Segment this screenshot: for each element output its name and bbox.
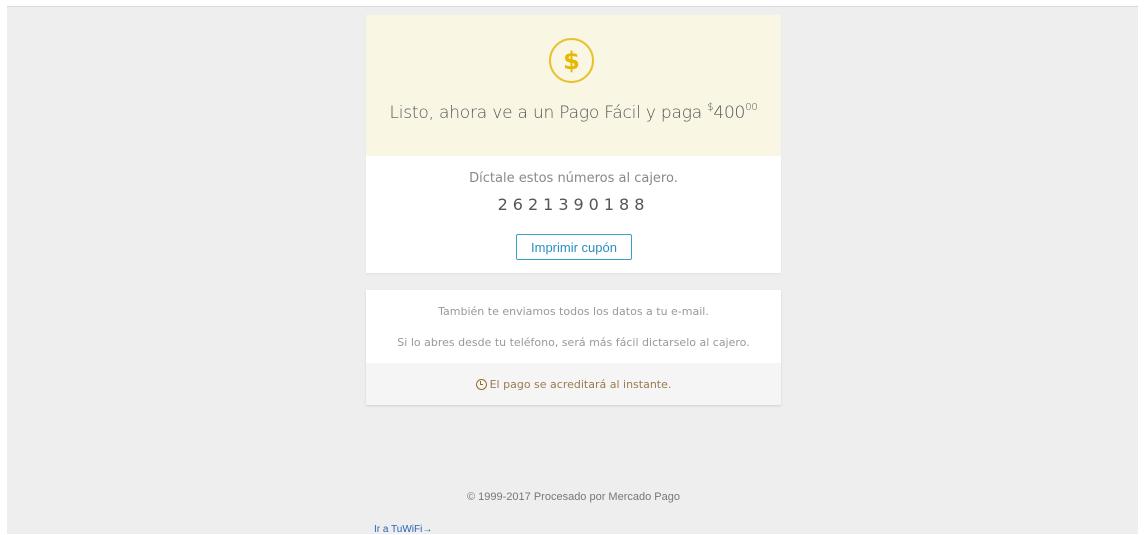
accreditation-notice-text: El pago se acreditará al instante.: [489, 377, 672, 391]
coin-symbol: $: [563, 46, 580, 75]
payment-title: Listo, ahora ve a un Pago Fácil y paga $…: [366, 102, 781, 123]
cashier-instruction: Díctale estos números al cajero.: [469, 171, 678, 186]
print-coupon-button[interactable]: Imprimir cupón: [516, 234, 632, 260]
dollar-coin-icon: $: [549, 38, 594, 83]
payment-code: 2621390188: [497, 195, 650, 214]
back-to-tuwifi-link[interactable]: Ir a TuWiFi→: [374, 524, 432, 535]
email-info-text: También te enviamos todos los datos a tu…: [438, 305, 709, 318]
amount-integer: 400: [713, 103, 746, 123]
copyright-text: © 1999-2017 Procesado por Mercado Pago: [467, 491, 680, 503]
info-card: También te enviamos todos los datos a tu…: [366, 290, 781, 405]
page-background: $ Listo, ahora ve a un Pago Fácil y paga…: [7, 6, 1138, 535]
accreditation-notice: El pago se acreditará al instante.: [366, 363, 781, 405]
amount-decimals: 00: [745, 102, 758, 113]
payment-body: Díctale estos números al cajero. 2621390…: [366, 156, 781, 273]
clock-icon: [475, 378, 487, 390]
payment-header: $ Listo, ahora ve a un Pago Fácil y paga…: [366, 15, 781, 156]
payment-card: $ Listo, ahora ve a un Pago Fácil y paga…: [366, 15, 781, 273]
phone-info-text: Si lo abres desde tu teléfono, será más …: [397, 336, 750, 349]
payment-title-text: Listo, ahora ve a un Pago Fácil y paga: [389, 103, 708, 123]
